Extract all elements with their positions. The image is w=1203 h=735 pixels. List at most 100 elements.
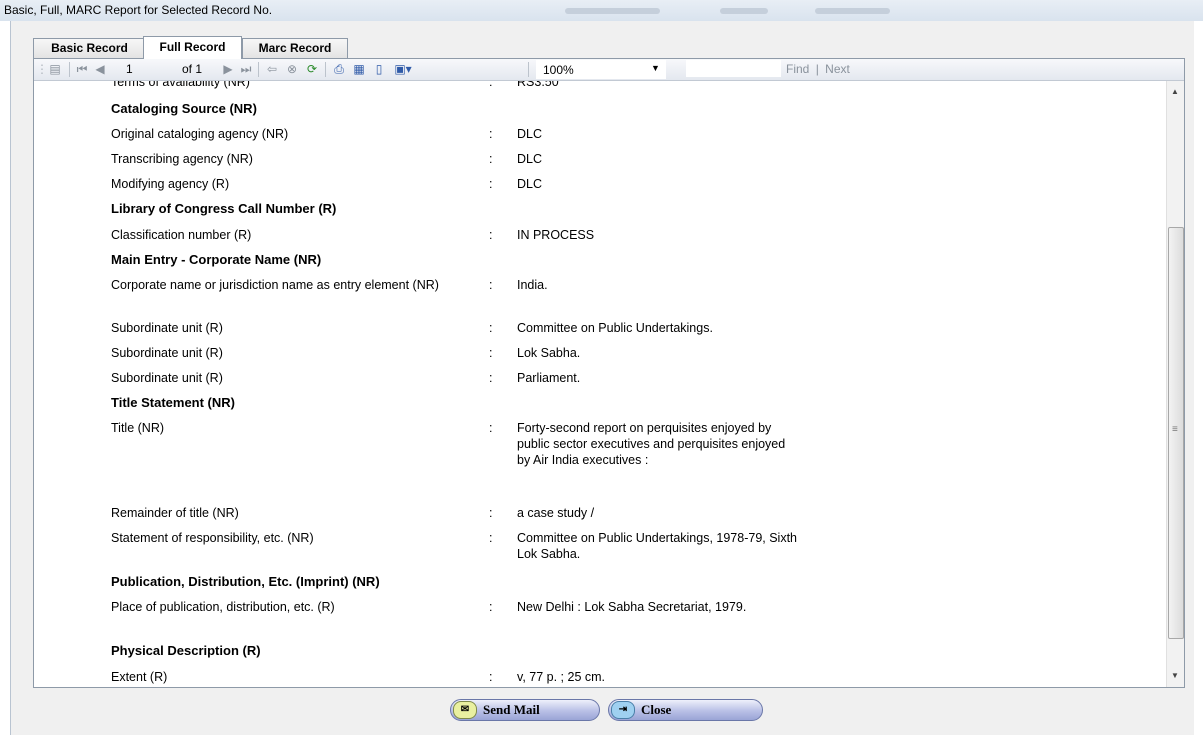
page-count: of 1 <box>182 62 203 76</box>
print-layout-icon[interactable]: ▦ <box>350 61 368 77</box>
title-bar: Basic, Full, MARC Report for Selected Re… <box>0 0 1203 21</box>
section-heading: Publication, Distribution, Etc. (Imprint… <box>111 574 380 589</box>
field-colon: : <box>489 127 493 141</box>
toolbar-grip: ⋮ <box>36 62 48 76</box>
find-links: Find | Next <box>786 62 850 76</box>
title-bar-blur <box>815 8 890 14</box>
field-colon: : <box>489 506 493 520</box>
field-label: Title (NR) <box>111 421 165 435</box>
section-heading: Cataloging Source (NR) <box>111 101 257 116</box>
field-label: Original cataloging agency (NR) <box>111 127 289 141</box>
field-colon: : <box>489 81 493 89</box>
layout-icon[interactable]: ▤ <box>46 61 64 77</box>
field-value: New Delhi : Lok Sabha Secretariat, 1979. <box>517 600 747 614</box>
field-label: Extent (R) <box>111 670 168 684</box>
section-heading: Library of Congress Call Number (R) <box>111 201 337 216</box>
window-title: Basic, Full, MARC Report for Selected Re… <box>4 3 273 17</box>
refresh-icon[interactable]: ⟳ <box>304 61 320 77</box>
find-separator: | <box>815 62 819 76</box>
field-value: Parliament. <box>517 371 581 385</box>
field-colon: : <box>489 531 493 545</box>
report-content: Terms of availability (NR) : RS3.50 Cata… <box>34 81 1166 687</box>
title-bar-blur <box>720 8 768 14</box>
envelope-icon: ✉ <box>453 701 477 719</box>
field-colon: : <box>489 278 493 292</box>
section-heading: Physical Description (R) <box>111 643 261 658</box>
stop-icon[interactable]: ⊗ <box>284 61 300 77</box>
toolbar-separator <box>325 62 326 77</box>
field-value: India. <box>517 278 548 292</box>
zoom-value: 100% <box>543 63 574 77</box>
field-value: Committee on Public Undertakings, 1978-7… <box>517 531 798 561</box>
field-label: Subordinate unit (R) <box>111 371 223 385</box>
button-bar: ✉ Send Mail ⇥ Close <box>11 687 1194 735</box>
field-colon: : <box>489 177 493 191</box>
field-colon: : <box>489 371 493 385</box>
field-label: Transcribing agency (NR) <box>111 152 253 166</box>
field-value: Committee on Public Undertakings. <box>517 321 713 335</box>
tab-full-record[interactable]: Full Record <box>143 36 242 59</box>
exit-icon: ⇥ <box>611 701 635 719</box>
tab-basic-record[interactable]: Basic Record <box>33 38 146 58</box>
field-value: Lok Sabha. <box>517 346 581 360</box>
report-window: Basic Record Full Record Marc Record ⋮ ▤… <box>10 21 1194 735</box>
scroll-up-icon[interactable]: ▲ <box>1171 87 1179 96</box>
field-label: Corporate name or jurisdiction name as e… <box>111 278 439 292</box>
zoom-select[interactable]: 100% ▼ <box>536 60 666 79</box>
field-colon: : <box>489 670 493 684</box>
field-value: IN PROCESS <box>517 228 595 242</box>
field-label: Modifying agency (R) <box>111 177 230 191</box>
field-label: Place of publication, distribution, etc.… <box>111 600 335 614</box>
toolbar-separator <box>69 62 70 77</box>
field-label: Statement of responsibility, etc. (NR) <box>111 531 314 545</box>
report-viewer: ⋮ ▤ ⏮ ◀ 1 of 1 ▶ ⏭ ⇦ ⊗ ⟳ ⎙ ▦ ▯ ▣▾ 100% ▼ <box>33 58 1185 688</box>
title-bar-blur <box>565 8 660 14</box>
field-value: DLC <box>517 127 543 141</box>
report-toolbar: ⋮ ▤ ⏮ ◀ 1 of 1 ▶ ⏭ ⇦ ⊗ ⟳ ⎙ ▦ ▯ ▣▾ 100% ▼ <box>34 59 1184 81</box>
field-label: Remainder of title (NR) <box>111 506 239 520</box>
field-value: v, 77 p. ; 25 cm. <box>517 670 606 684</box>
field-colon: : <box>489 321 493 335</box>
field-value: Forty-second report on perquisites enjoy… <box>517 421 786 467</box>
chevron-down-icon: ▼ <box>651 63 660 73</box>
field-colon: : <box>489 152 493 166</box>
page-setup-icon[interactable]: ▯ <box>370 61 388 77</box>
save-icon[interactable]: ▣▾ <box>392 61 414 77</box>
find-link[interactable]: Find <box>786 62 809 76</box>
current-page-input[interactable]: 1 <box>126 62 133 76</box>
vertical-scrollbar[interactable]: ▲ ≡ ▼ <box>1166 81 1184 687</box>
section-heading: Main Entry - Corporate Name (NR) <box>111 252 322 267</box>
field-value: DLC <box>517 152 543 166</box>
last-page-icon[interactable]: ⏭ <box>238 61 254 77</box>
toolbar-separator <box>258 62 259 77</box>
send-mail-label: Send Mail <box>483 702 540 717</box>
first-page-icon[interactable]: ⏮ <box>74 61 90 77</box>
send-mail-button[interactable]: ✉ Send Mail <box>450 699 600 721</box>
next-link[interactable]: Next <box>825 62 850 76</box>
field-label: Subordinate unit (R) <box>111 321 223 335</box>
field-value: a case study / <box>517 506 595 520</box>
grip-icon: ≡ <box>1172 424 1178 435</box>
field-colon: : <box>489 228 493 242</box>
field-colon: : <box>489 346 493 360</box>
next-page-icon[interactable]: ▶ <box>220 61 236 77</box>
left-edge <box>0 21 10 735</box>
field-label: Classification number (R) <box>111 228 252 242</box>
prev-page-icon[interactable]: ◀ <box>92 61 108 77</box>
tab-marc-record[interactable]: Marc Record <box>242 38 348 58</box>
toolbar-separator <box>528 62 529 77</box>
section-heading: Title Statement (NR) <box>111 395 235 410</box>
scrollbar-thumb[interactable]: ≡ <box>1168 227 1184 639</box>
field-label: Terms of availability (NR) <box>111 81 250 89</box>
print-icon[interactable]: ⎙ <box>330 61 348 77</box>
close-label: Close <box>641 702 672 717</box>
field-value: RS3.50 <box>517 81 559 89</box>
field-label: Subordinate unit (R) <box>111 346 223 360</box>
field-colon: : <box>489 600 493 614</box>
find-input[interactable] <box>686 60 781 77</box>
field-value: DLC <box>517 177 543 191</box>
field-colon: : <box>489 421 493 435</box>
scroll-down-icon[interactable]: ▼ <box>1171 671 1179 680</box>
back-icon[interactable]: ⇦ <box>264 61 280 77</box>
close-button[interactable]: ⇥ Close <box>608 699 763 721</box>
